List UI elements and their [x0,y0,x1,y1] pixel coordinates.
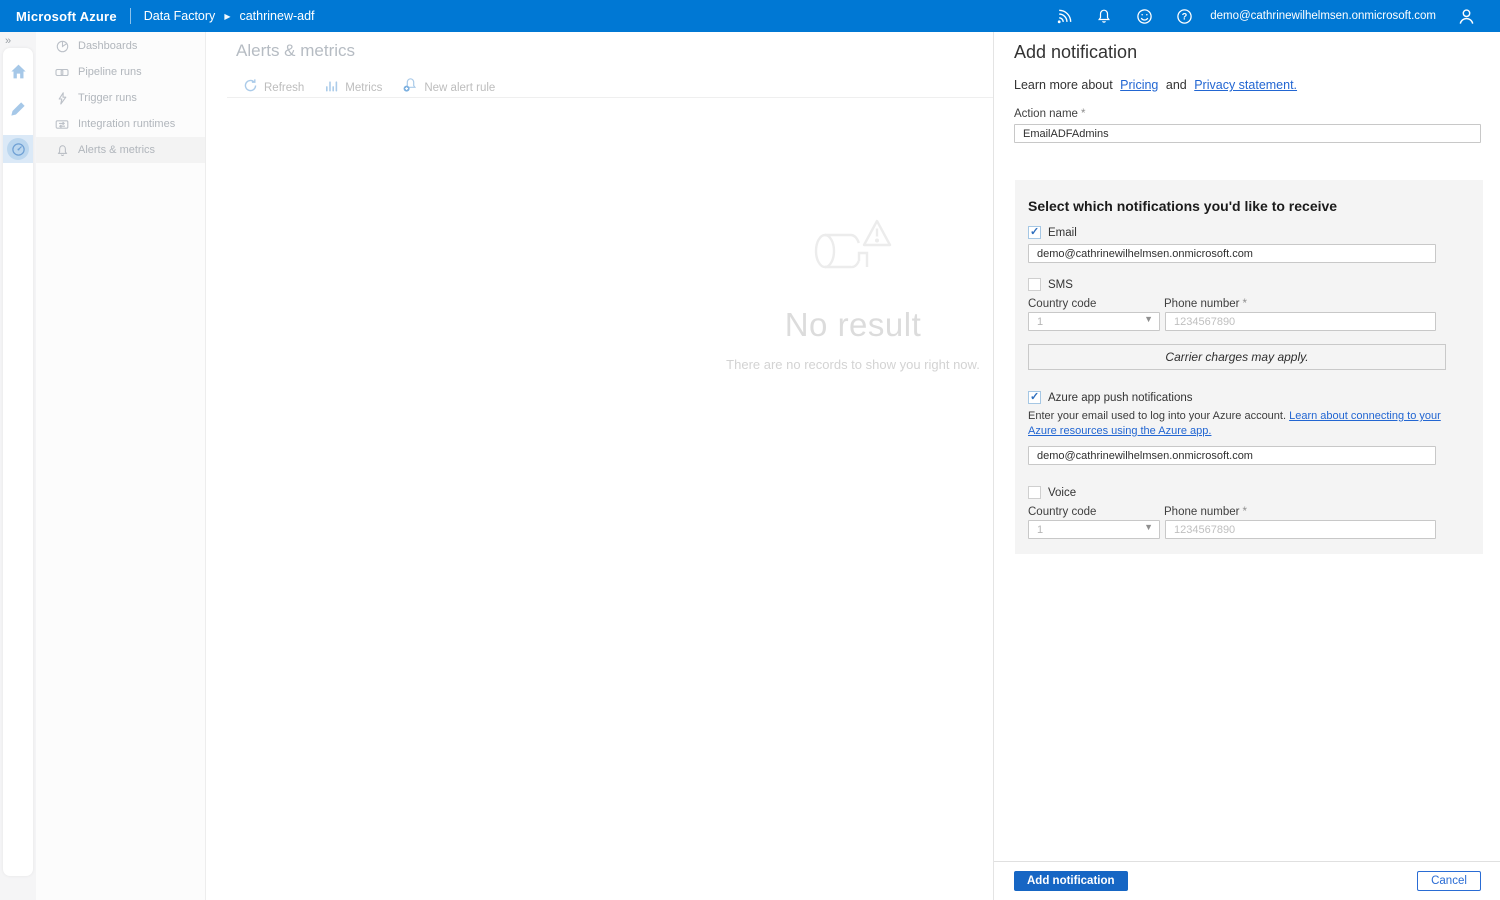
donut-chart-icon [55,39,69,53]
voice-phone-label: Phone number* [1164,506,1247,518]
sidebar-item-integration-runtimes[interactable]: Integration runtimes [36,111,205,137]
pricing-link[interactable]: Pricing [1120,78,1158,92]
sidebar-item-dashboards[interactable]: Dashboards [36,33,205,59]
privacy-statement-link[interactable]: Privacy statement. [1194,78,1297,92]
email-address-input[interactable] [1028,244,1436,263]
rail-card [3,48,33,876]
sms-phone-input [1165,312,1436,331]
svg-text:?: ? [1181,11,1187,21]
push-description: Enter your email used to log into your A… [1028,409,1456,438]
new-alert-rule-button[interactable]: New alert rule [402,77,495,98]
sms-fields: ▼ [1028,310,1470,331]
monitor-nav-active[interactable] [3,135,33,163]
smiley-feedback-icon[interactable] [1124,0,1164,32]
sidebar-item-pipeline-runs[interactable]: Pipeline runs [36,59,205,85]
voice-country-code-label: Country code [1028,506,1164,518]
azure-brand[interactable]: Microsoft Azure [16,9,117,24]
refresh-button[interactable]: Refresh [243,78,304,98]
lightning-icon [55,91,69,105]
push-email-input[interactable] [1028,446,1436,465]
learn-more-text: Learn more about Pricing and Privacy sta… [1014,78,1481,92]
action-name-label: Action name* [1014,108,1481,120]
person-icon[interactable] [1446,0,1486,32]
voice-phone-input [1165,520,1436,539]
cancel-button[interactable]: Cancel [1417,871,1481,891]
breadcrumb-app[interactable]: Data Factory [144,9,216,23]
sms-checkbox[interactable] [1028,278,1041,291]
sms-phone-label: Phone number* [1164,298,1247,310]
breadcrumb-resource[interactable]: cathrinew-adf [239,9,314,23]
carrier-charges-note: Carrier charges may apply. [1028,344,1446,370]
voice-checkbox[interactable] [1028,486,1041,499]
voice-option-row: Voice [1028,486,1470,499]
panel-footer: Add notification Cancel [994,861,1500,900]
expand-chevron-icon[interactable]: » [0,32,36,47]
pipeline-icon [55,65,69,79]
action-name-input[interactable] [1014,124,1481,143]
bell-icon[interactable] [1084,0,1124,32]
account-email[interactable]: demo@cathrinewilhelmsen.onmicrosoft.com [1210,10,1436,22]
push-option-row: Azure app push notifications [1028,391,1470,404]
email-option-row: Email [1028,226,1470,239]
left-icon-rail: » [0,32,36,900]
voice-country-code-select [1028,520,1160,539]
voice-field-labels: Country code Phone number* [1028,499,1470,518]
sms-country-code-select [1028,312,1160,331]
sms-field-labels: Country code Phone number* [1028,291,1470,310]
help-icon[interactable]: ? [1164,0,1204,32]
signal-icon[interactable] [1044,0,1084,32]
sidebar-item-trigger-runs[interactable]: Trigger runs [36,85,205,111]
push-checkbox[interactable] [1028,391,1041,404]
add-notification-button[interactable]: Add notification [1014,871,1128,891]
metrics-button[interactable]: Metrics [324,78,382,98]
new-alert-icon [402,77,418,98]
edit-pencil-icon[interactable] [3,98,33,120]
bar-chart-icon [324,78,339,98]
bell-icon [55,143,69,157]
topbar-divider [130,8,131,24]
sms-option-row: SMS [1028,278,1470,291]
sms-country-code-label: Country code [1028,298,1164,310]
add-notification-panel: Add notification Learn more about Pricin… [993,32,1500,900]
panel-title: Add notification [1014,42,1481,63]
email-checkbox-label[interactable]: Email [1048,227,1077,239]
push-checkbox-label[interactable]: Azure app push notifications [1048,392,1192,404]
refresh-icon [243,78,258,98]
email-checkbox[interactable] [1028,226,1041,239]
home-icon[interactable] [3,60,33,82]
integration-runtime-icon [55,117,69,131]
required-mark: * [1081,108,1085,120]
sms-checkbox-label[interactable]: SMS [1048,279,1073,291]
section-heading: Select which notifications you'd like to… [1028,198,1470,214]
breadcrumb-separator-icon: ▶ [224,12,230,21]
voice-fields: ▼ [1028,518,1470,539]
sidebar-item-alerts-metrics[interactable]: Alerts & metrics [36,137,205,163]
monitor-gauge-icon [7,138,29,160]
voice-checkbox-label[interactable]: Voice [1048,487,1076,499]
top-bar: Microsoft Azure Data Factory ▶ cathrinew… [0,0,1500,32]
monitor-sidebar: Dashboards Pipeline runs Trigger runs In… [36,32,206,900]
notification-options-section: Select which notifications you'd like to… [1015,180,1483,554]
